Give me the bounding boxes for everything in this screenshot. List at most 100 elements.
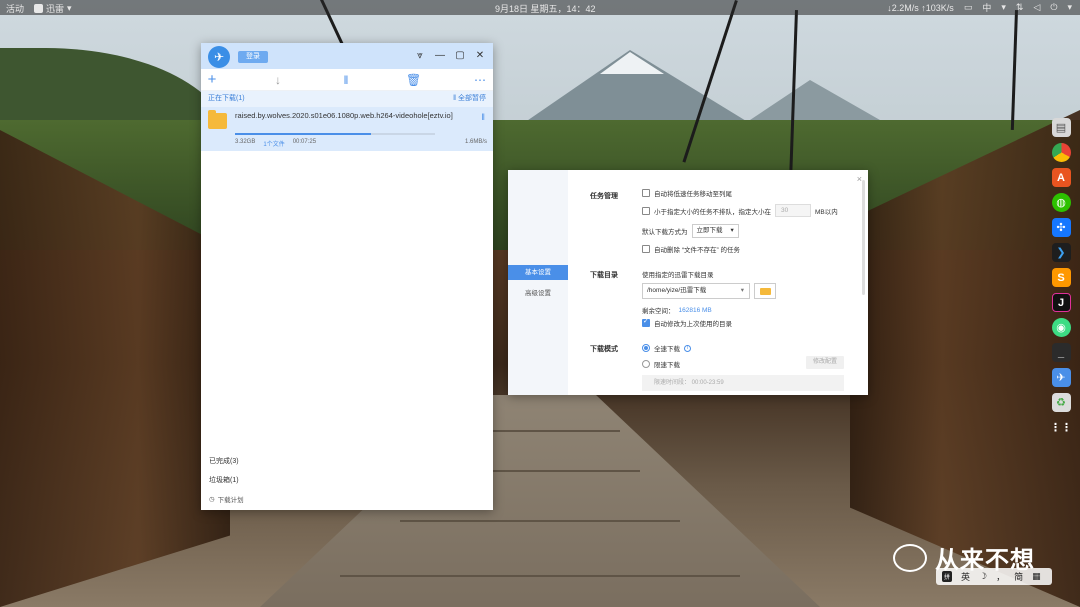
terminal-icon[interactable]: _ <box>1051 343 1071 362</box>
use-default-dir-label: 使用指定的迅雷下载目录 <box>642 272 714 279</box>
auto-move-slow-option[interactable]: 自动将低速任务移动至列尾 <box>642 188 732 198</box>
auto-change-dir-checkbox[interactable] <box>642 317 650 327</box>
free-space-label: 剩余空间： <box>642 308 675 315</box>
close-icon[interactable]: ✕ <box>475 50 485 62</box>
auto-delete-label: 自动删除 “文件不存在” 的任务 <box>654 247 740 254</box>
moon-icon[interactable]: ☽ <box>979 571 987 582</box>
small-task-option[interactable]: 小于指定大小的任务不排队，指定大小在 30 MB以内 <box>642 204 838 217</box>
thunder-logo-icon[interactable]: ✈ <box>208 46 230 68</box>
settings-nav: 基本设置 高级设置 <box>508 170 568 395</box>
task-progress-fill <box>235 133 371 135</box>
android-studio-icon[interactable]: ◉ <box>1051 318 1071 337</box>
task-file-count[interactable]: 1个文件 <box>263 139 284 148</box>
software-center-icon[interactable]: A <box>1051 168 1071 187</box>
download-path-select[interactable]: /home/yize/迅雷下载 ▾ <box>642 283 750 299</box>
modify-config-button[interactable]: 修改配置 <box>806 356 844 369</box>
ime-mode[interactable]: 简 <box>1014 570 1023 583</box>
volume-icon[interactable]: ◁ <box>1033 2 1040 13</box>
chevron-down-icon: ▾ <box>740 287 744 294</box>
small-task-checkbox[interactable] <box>642 206 650 215</box>
free-space-row: 剩余空间： 162816 MB <box>642 305 712 316</box>
default-mode-row: 默认下载方式为 立即下载 ▾ <box>642 224 739 238</box>
clock-icon: ◷ <box>209 496 215 503</box>
settings-dialog: 基本设置 高级设置 × 任务管理 自动将低速任务移动至列尾 小于指定大小的任务不… <box>508 170 868 395</box>
nav-basic-settings[interactable]: 基本设置 <box>508 265 568 280</box>
login-button[interactable]: 登录 <box>238 51 268 63</box>
completed-category[interactable]: 已完成(3) <box>209 456 244 466</box>
task-management-title: 任务管理 <box>590 193 618 200</box>
ime-badge: 拼 <box>942 571 953 582</box>
limited-speed-option[interactable]: 限速下载 <box>642 359 680 369</box>
feishu-icon[interactable]: ✣ <box>1051 218 1071 237</box>
power-icon[interactable]: ⏻ <box>1050 2 1057 13</box>
task-size: 3.32GB <box>235 139 256 145</box>
pause-all-button[interactable]: ‖ 全部暂停 <box>453 91 486 107</box>
auto-delete-option[interactable]: 自动删除 “文件不存在” 的任务 <box>642 244 740 254</box>
chevron-down-icon: ▾ <box>67 3 72 13</box>
task-progress-bar <box>235 133 435 135</box>
chevron-down-icon: ▾ <box>1067 2 1072 12</box>
start-download-icon[interactable]: ↓ <box>271 73 285 87</box>
jetbrains-icon[interactable]: J <box>1051 293 1071 312</box>
more-icon[interactable]: ⋯ <box>473 73 487 87</box>
full-speed-option[interactable]: 全速下载 i <box>642 343 691 353</box>
add-task-icon[interactable]: + <box>205 72 219 87</box>
auto-change-dir-label: 自动修改为上次使用的目录 <box>654 321 732 328</box>
wechat-logo-icon <box>893 543 927 572</box>
download-path-value: /home/yize/迅雷下载 <box>647 287 707 294</box>
limited-speed-label: 限速下载 <box>654 362 680 369</box>
info-icon[interactable]: i <box>684 344 691 352</box>
thunder-dock-icon[interactable]: ✈ <box>1051 368 1071 387</box>
settings-scrollbar[interactable] <box>862 180 865 295</box>
limited-speed-radio[interactable] <box>642 360 650 368</box>
full-speed-radio[interactable] <box>642 344 650 352</box>
download-task-row[interactable]: raised.by.wolves.2020.s01e06.1080p.web.h… <box>201 107 493 151</box>
chrome-icon[interactable] <box>1051 143 1071 162</box>
trash-category[interactable]: 垃圾箱(1) <box>209 475 244 485</box>
dropdown-menu-icon[interactable]: ⩔ <box>415 50 425 62</box>
folder-icon <box>208 110 227 129</box>
files-icon[interactable]: ▤ <box>1051 118 1071 137</box>
screen-icon[interactable]: ▭ <box>964 2 973 13</box>
nav-advanced-settings[interactable]: 高级设置 <box>508 286 568 301</box>
wallpaper-plank <box>400 520 680 522</box>
grid-icon[interactable]: ▦ <box>1032 571 1041 582</box>
wechat-icon[interactable]: ◍ <box>1051 193 1071 212</box>
app-menu[interactable]: 迅雷 ▾ <box>34 2 72 15</box>
app-menu-label: 迅雷 <box>46 4 65 14</box>
minimize-icon[interactable]: — <box>435 50 445 62</box>
clock[interactable]: 9月18日 星期五，14：42 <box>495 2 596 15</box>
download-schedule-link[interactable]: ◷ 下载计划 <box>209 494 244 504</box>
auto-change-dir-option[interactable]: 自动修改为上次使用的目录 <box>642 317 732 328</box>
vscode-icon[interactable]: ❯ <box>1051 243 1071 262</box>
sublime-icon[interactable]: S <box>1051 268 1071 287</box>
auto-move-slow-checkbox[interactable] <box>642 189 650 197</box>
trash-icon[interactable]: ♻ <box>1051 393 1071 412</box>
default-mode-label: 默认下载方式为 <box>642 229 688 236</box>
delete-icon[interactable]: 🗑 <box>406 73 421 87</box>
input-method-toolbar[interactable]: 拼 英 ☽ ， 简 ▦ <box>936 568 1052 585</box>
downloading-label[interactable]: 正在下载(1) <box>208 91 245 107</box>
punctuation-icon[interactable]: ， <box>996 570 1005 583</box>
browse-folder-button[interactable] <box>754 283 776 299</box>
auto-delete-checkbox[interactable] <box>642 245 650 253</box>
task-meta: 3.32GB 1个文件 00:07:25 <box>235 139 316 148</box>
default-mode-select[interactable]: 立即下载 ▾ <box>691 224 739 238</box>
task-eta: 00:07:25 <box>292 139 317 145</box>
small-task-size-input[interactable]: 30 <box>775 204 811 217</box>
chevron-down-icon: ▾ <box>1001 2 1006 12</box>
app-grid-icon[interactable]: ⋮⋮ <box>1050 418 1072 437</box>
task-speed: 1.6MB/s <box>464 139 487 145</box>
download-dir-title: 下载目录 <box>590 272 618 279</box>
maximize-icon[interactable]: ▢ <box>455 50 465 62</box>
window-controls: ⩔ — ▢ ✕ <box>415 50 485 62</box>
input-method-indicator[interactable]: 中 <box>982 1 991 14</box>
network-icon[interactable]: ⇅ <box>1016 2 1024 13</box>
task-pause-icon[interactable]: ‖ <box>481 112 485 122</box>
activities-button[interactable]: 活动 <box>6 2 24 15</box>
net-speed-indicator[interactable]: ↓2.2M/s ↑103K/s <box>887 3 954 13</box>
ime-lang[interactable]: 英 <box>961 570 970 583</box>
pause-icon[interactable]: ‖ <box>339 73 353 87</box>
sidebar-categories: 已完成(3) 垃圾箱(1) ◷ 下载计划 <box>209 447 244 504</box>
default-mode-value: 立即下载 <box>696 227 723 234</box>
